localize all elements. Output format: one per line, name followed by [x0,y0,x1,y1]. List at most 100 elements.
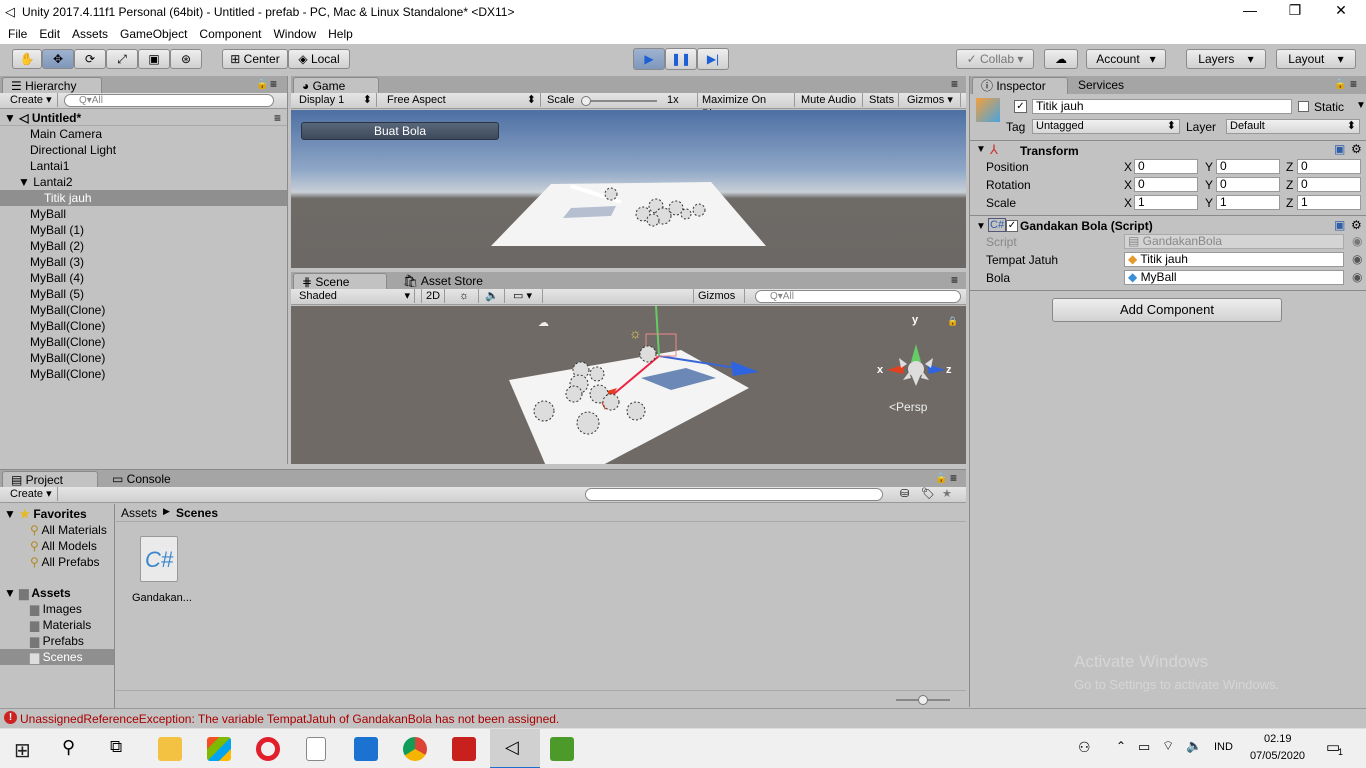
rotation-x-field[interactable]: 0 [1134,177,1198,192]
menu-assets[interactable]: Assets [66,25,114,43]
network-icon[interactable]: ⌔ [1162,738,1174,754]
scale-x-field[interactable]: 1 [1134,195,1198,210]
restore-icon[interactable]: ❐ [1272,2,1318,19]
audio-toggle-icon[interactable]: 🔈 [481,289,505,303]
clock-date[interactable]: 07/05/2020 [1250,750,1305,762]
menu-icon[interactable]: ≡ [1350,77,1357,91]
tab-asset-store[interactable]: 🛍 Asset Store [395,273,495,290]
scale-y-field[interactable]: 1 [1216,195,1280,210]
effects-dropdown-icon[interactable]: ▭ ▾ [509,289,543,303]
unity-taskbar-button[interactable]: ◁ [490,729,540,768]
scene-search-input[interactable]: Q▾All [755,290,961,303]
mute-audio-toggle[interactable]: Mute Audio [797,93,863,107]
component-enabled-checkbox[interactable]: ✓ [1006,220,1018,232]
pivot-center-button[interactable]: ⊞ Center [222,49,288,69]
layers-dropdown[interactable]: Layers ▾ [1186,49,1266,69]
hierarchy-item[interactable]: MyBall [0,206,287,222]
menu-gameobject[interactable]: GameObject [114,25,193,43]
active-checkbox[interactable]: ✓ [1014,100,1027,113]
hierarchy-item[interactable]: MyBall(Clone) [0,334,287,350]
object-name-field[interactable]: Titik jauh [1032,99,1292,114]
shading-dropdown[interactable]: Shaded ▾ [295,289,415,303]
hierarchy-item[interactable]: MyBall(Clone) [0,302,287,318]
hierarchy-item[interactable]: MyBall (1) [0,222,287,238]
object-picker-icon[interactable]: ◉ [1352,252,1362,266]
account-dropdown[interactable]: Account ▾ [1086,49,1166,69]
pause-button[interactable]: ❚❚ [665,48,697,70]
hierarchy-item[interactable]: Directional Light [0,142,287,158]
buat-bola-button[interactable]: Buat Bola [301,122,499,140]
scale-slider[interactable] [581,96,657,106]
maximize-on-play-toggle[interactable]: Maximize On Play [697,93,795,120]
expand-arrow-icon[interactable]: ▼ [976,144,986,155]
store-icon[interactable] [207,737,231,761]
menu-component[interactable]: Component [193,25,267,43]
lock-icon[interactable]: 🔒 [935,473,947,484]
breadcrumb-root[interactable]: Assets [121,506,157,520]
help-book-icon[interactable]: ▣ [1334,142,1345,156]
scale-tool-icon[interactable]: ⤢ [106,49,138,69]
move-tool-icon[interactable]: ✥ [42,49,74,69]
bola-field[interactable]: ◆ MyBall [1124,270,1344,285]
menu-help[interactable]: Help [322,25,359,43]
task-view-icon[interactable]: ⧉ [110,737,122,757]
rotation-y-field[interactable]: 0 [1216,177,1280,192]
clock-time[interactable]: 02.19 [1264,733,1292,745]
gear-icon[interactable]: ⚙ [1351,142,1362,156]
help-book-icon[interactable]: ▣ [1334,218,1345,232]
favorite-item[interactable]: ⚲ All Prefabs [0,554,114,570]
star-icon[interactable]: ★ [942,487,952,500]
slider-thumb[interactable] [581,96,591,106]
tag-dropdown[interactable]: Untagged ⬍ [1032,119,1180,134]
favorite-item[interactable]: ⚲ All Models [0,538,114,554]
acrobat-icon[interactable] [452,737,476,761]
chrome-icon[interactable] [403,737,427,761]
hand-tool-icon[interactable]: ✋ [12,49,42,69]
hierarchy-search-input[interactable]: Q▾All [64,94,274,107]
rotate-tool-icon[interactable]: ⟳ [74,49,106,69]
hierarchy-item[interactable]: MyBall(Clone) [0,366,287,382]
scale-z-field[interactable]: 1 [1297,195,1361,210]
game-viewport[interactable]: Buat Bola [291,110,966,268]
favorites-node[interactable]: ▼ ★ Favorites [0,506,114,522]
document-icon[interactable] [306,737,326,761]
position-x-field[interactable]: 0 [1134,159,1198,174]
menu-window[interactable]: Window [267,25,322,43]
tab-inspector[interactable]: ⓘ Inspector [972,77,1068,94]
hierarchy-item[interactable]: Main Camera [0,126,287,142]
cloud-button[interactable]: ☁ [1044,49,1078,69]
favorite-item[interactable]: ⚲ All Materials [0,522,114,538]
mail-icon[interactable] [354,737,378,761]
icon-size-slider[interactable] [896,695,950,705]
position-z-field[interactable]: 0 [1297,159,1361,174]
chevron-down-icon[interactable]: ▼ [1356,100,1366,111]
folder-item-selected[interactable]: ▆ Scenes [0,649,114,665]
slider-thumb[interactable] [918,695,928,705]
layout-dropdown[interactable]: Layout ▾ [1276,49,1356,69]
lighting-toggle-icon[interactable]: ☼ [455,289,479,303]
position-y-field[interactable]: 0 [1216,159,1280,174]
menu-edit[interactable]: Edit [33,25,66,43]
error-message[interactable]: UnassignedReferenceException: The variab… [20,712,559,726]
step-button[interactable]: ▶| [697,48,729,70]
tab-scene[interactable]: ⋕ Scene [293,273,387,290]
tempat-jatuh-field[interactable]: ◆ Titik jauh [1124,252,1344,267]
scene-gizmos-dropdown[interactable]: Gizmos ▾ [693,289,745,316]
stats-toggle[interactable]: Stats [865,93,899,107]
hierarchy-item[interactable]: MyBall(Clone) [0,350,287,366]
menu-icon[interactable]: ≡ [950,471,957,485]
layer-dropdown[interactable]: Default ⬍ [1226,119,1360,134]
filter-type-icon[interactable]: ⛁ [900,487,909,500]
status-bar[interactable]: ! UnassignedReferenceException: The vari… [0,708,1366,728]
hierarchy-item[interactable]: MyBall (2) [0,238,287,254]
opera-icon[interactable] [256,737,280,761]
windows-start-icon[interactable]: ⊞ [14,738,31,763]
hierarchy-item[interactable]: MyBall (4) [0,270,287,286]
minimize-icon[interactable]: — [1227,2,1273,18]
language-indicator[interactable]: IND [1214,741,1233,753]
transform-tool-icon[interactable]: ⊛ [170,49,202,69]
scene-root[interactable]: ▼ ◁ Untitled* ≡ [0,110,287,126]
tab-console[interactable]: ▭ Console [104,471,194,488]
rotation-z-field[interactable]: 0 [1297,177,1361,192]
people-icon[interactable]: ⚇ [1078,739,1091,756]
